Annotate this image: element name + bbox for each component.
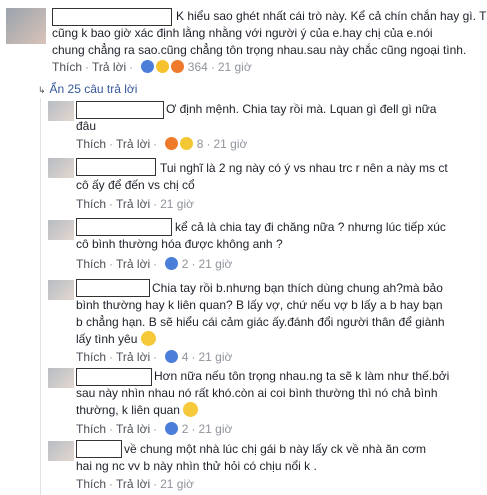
redacted-name-box[interactable] — [76, 368, 152, 386]
reply-text-line: về chung một nhà lúc chị gái b này lấy c… — [124, 442, 427, 456]
reply-avatar[interactable] — [48, 101, 74, 121]
reply-link[interactable]: Trả lời — [116, 477, 150, 491]
timestamp: 21 giờ — [217, 60, 252, 74]
reply-text-line: Tui nghĩ là 2 ng này có ý vs nhau trc r … — [160, 161, 448, 175]
reply-meta: Thích · Trả lời · 21 giờ — [76, 197, 194, 211]
hide-replies-label: Ẩn 25 câu trả lời — [49, 82, 138, 96]
smile-emoji-icon — [140, 331, 156, 346]
comment-text-line: cũng k bao giờ xác định lằng nhằng với n… — [52, 26, 433, 40]
reaction-count: 364 — [187, 60, 208, 74]
reply-text-line: lấy tình yêu — [76, 331, 156, 348]
like-link[interactable]: Thích — [76, 197, 106, 211]
like-link[interactable]: Thích — [76, 477, 106, 491]
thread-line — [40, 98, 41, 495]
comment-text-line: chung chẳng ra sao.cũng chẳng tôn trọng … — [52, 43, 467, 57]
reply-text-line: thường, k liên quan — [76, 402, 199, 419]
reply-avatar[interactable] — [48, 220, 74, 240]
reply-text-line: Hơn nữa nếu tôn trọng nhau.ng ta sẽ k là… — [154, 369, 450, 383]
reply-avatar[interactable] — [48, 280, 74, 300]
commenter-avatar[interactable] — [6, 8, 46, 44]
like-reaction-icon — [141, 60, 155, 73]
like-link[interactable]: Thích — [76, 422, 106, 436]
reply-meta: Thích · Trả lời · 4 · 21 giờ — [76, 350, 233, 364]
reply-arrow-icon: ↳ — [38, 85, 46, 95]
redacted-name-box[interactable] — [52, 8, 172, 26]
hide-replies-link[interactable]: ↳ Ẩn 25 câu trả lời — [38, 82, 137, 97]
reply-link[interactable]: Trả lời — [116, 422, 150, 436]
timestamp: 21 giờ — [160, 477, 194, 491]
redacted-name-box[interactable] — [76, 218, 172, 236]
reply-text-fragment: lấy tình yêu — [76, 332, 138, 346]
reply-text-line: đâu — [76, 119, 97, 133]
reply-meta: Thích · Trả lời · 21 giờ — [76, 477, 194, 491]
like-link[interactable]: Thích — [76, 137, 106, 151]
timestamp: 21 giờ — [198, 422, 233, 436]
redacted-name-box[interactable] — [76, 279, 150, 297]
reply-meta: Thích · Trả lời · 2 · 21 giờ — [76, 422, 233, 436]
reply-link[interactable]: Trả lời — [92, 60, 126, 74]
reply-link[interactable]: Trả lời — [116, 197, 150, 211]
sad-reaction-icon — [180, 137, 194, 150]
timestamp: 21 giờ — [160, 197, 194, 211]
reply-text-line: kể cả là chia tay đi chăng nữa ? nhưng l… — [175, 220, 446, 234]
reaction-count: 8 — [196, 137, 204, 151]
like-link[interactable]: Thích — [76, 257, 106, 271]
smirk-emoji-icon — [183, 402, 199, 417]
reply-link[interactable]: Trả lời — [116, 350, 150, 364]
timestamp: 21 giờ — [198, 350, 233, 364]
reply-text-line: cô ấy để đến vs chị cổ — [76, 178, 195, 192]
like-reaction-icon — [165, 350, 179, 363]
reply-meta: Thích · Trả lời · 8 · 21 giờ — [76, 137, 248, 151]
comment-meta: Thích · Trả lời · 364 · 21 giờ — [52, 60, 252, 74]
reply-avatar[interactable] — [48, 368, 74, 388]
reaction-count: 4 — [181, 350, 189, 364]
reactions[interactable] — [139, 60, 185, 74]
like-link[interactable]: Thích — [52, 60, 82, 74]
haha-reaction-icon — [156, 60, 170, 73]
reply-text-line: Chia tay rồi b.nhưng bạn thích dùng chun… — [152, 281, 443, 295]
angry-reaction-icon — [165, 137, 179, 150]
reply-text-line: bình thường hay k liên quan? B lấy vợ, c… — [76, 298, 443, 312]
comment-text-line: K hiểu sao ghét nhất cái trò này. Kể cả … — [176, 9, 487, 23]
angry-reaction-icon — [171, 60, 185, 73]
like-reaction-icon — [165, 422, 179, 435]
reply-link[interactable]: Trả lời — [116, 257, 150, 271]
reply-text-line: hai ng nc vv b này nhìn thử hỏi có chịu … — [76, 459, 317, 473]
timestamp: 21 giờ — [198, 257, 233, 271]
reply-text-line: b chẳng hạn. B sẽ hiểu cái cảm giác ấy.đ… — [76, 315, 445, 329]
reaction-count: 2 — [181, 257, 189, 271]
reply-text-line: cô bình thường hóa được không anh ? — [76, 237, 283, 251]
reply-text-fragment: thường, k liên quan — [76, 403, 180, 417]
reaction-count: 2 — [181, 422, 189, 436]
redacted-name-box[interactable] — [76, 440, 122, 458]
redacted-name-box[interactable] — [76, 158, 156, 176]
reply-meta: Thích · Trả lời · 2 · 21 giờ — [76, 257, 233, 271]
redacted-name-box[interactable] — [76, 101, 164, 119]
reply-avatar[interactable] — [48, 158, 74, 178]
reply-text-line: sau này nhìn nhau nó rất khó.còn ai coi … — [76, 386, 438, 400]
reply-avatar[interactable] — [48, 441, 74, 461]
timestamp: 21 giờ — [213, 137, 248, 151]
reply-link[interactable]: Trả lời — [116, 137, 150, 151]
reply-text-line: Ơ định mệnh. Chia tay rồi mà. Lquan gì đ… — [166, 102, 437, 116]
like-reaction-icon — [165, 257, 179, 270]
like-link[interactable]: Thích — [76, 350, 106, 364]
